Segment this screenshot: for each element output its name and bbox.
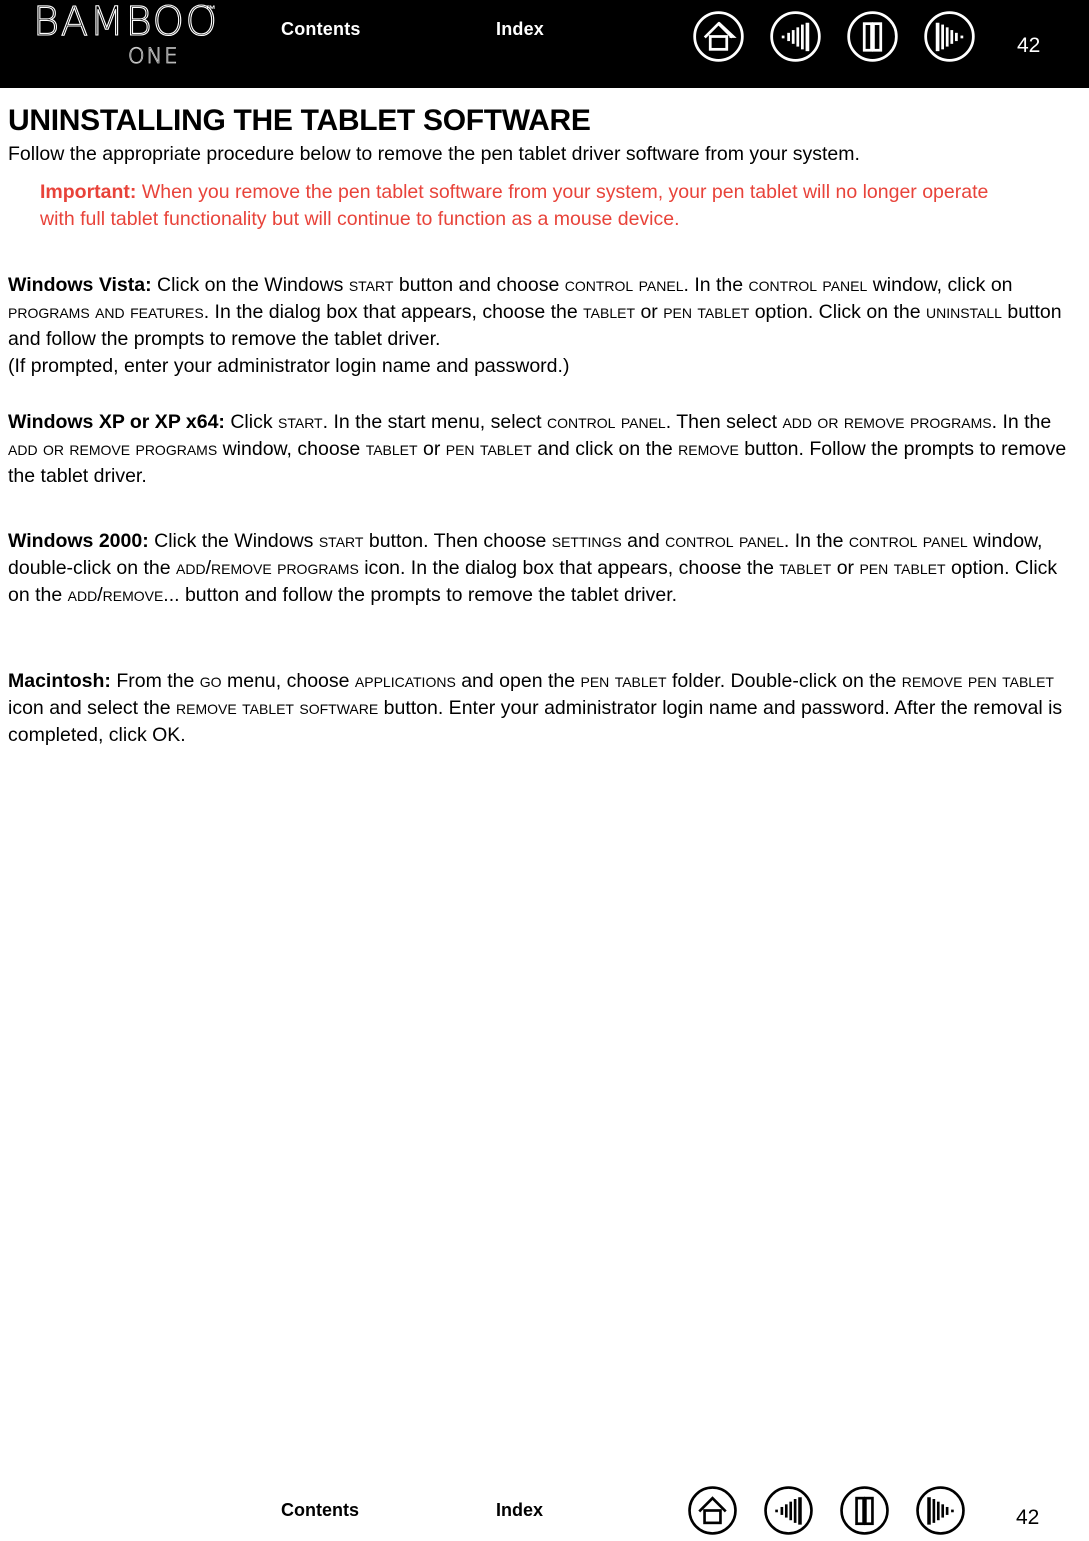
go-back-icon[interactable] xyxy=(762,1484,815,1537)
trademark-icon: ™ xyxy=(205,4,216,16)
go-forward-icon[interactable] xyxy=(914,1484,967,1537)
procedure-windows-xp: Windows XP or XP x64: Click START. In th… xyxy=(8,409,1080,490)
home-icon[interactable] xyxy=(691,9,746,64)
important-label: Important: xyxy=(40,181,137,203)
procedure-heading: Macintosh: xyxy=(8,670,111,692)
procedure-macintosh: Macintosh: From the GO menu, choose APPL… xyxy=(8,668,1080,749)
procedure-body: From the GO menu, choose APPLICATIONS an… xyxy=(8,670,1063,746)
footer-nav-icons xyxy=(686,1484,967,1537)
two-page-view-icon[interactable] xyxy=(838,1484,891,1537)
header-page-number: 42 xyxy=(1017,34,1041,57)
procedure-windows-2000: Windows 2000: Click the Windows START bu… xyxy=(8,528,1080,609)
home-icon[interactable] xyxy=(686,1484,739,1537)
intro-paragraph: Follow the appropriate procedure below t… xyxy=(8,143,860,165)
header-nav-icons xyxy=(691,9,977,64)
logo-wordmark: BAMBOO xyxy=(32,0,219,45)
page-title: UNINSTALLING THE TABLET SOFTWARE xyxy=(8,104,591,137)
logo-subtitle: ONE xyxy=(128,44,180,69)
go-forward-icon[interactable] xyxy=(922,9,977,64)
two-page-view-icon[interactable] xyxy=(845,9,900,64)
important-text: When you remove the pen tablet software … xyxy=(40,181,989,230)
header-contents-link[interactable]: Contents xyxy=(281,19,361,40)
footer-page-number: 42 xyxy=(1016,1506,1040,1529)
procedure-heading: Windows 2000: xyxy=(8,530,149,552)
header-bar: BAMBOO ™ ONE Contents Index 42 xyxy=(0,0,1089,88)
procedure-heading: Windows XP or XP x64: xyxy=(8,411,225,433)
procedure-body: Click the Windows START button. Then cho… xyxy=(8,530,1058,606)
important-note: Important: When you remove the pen table… xyxy=(40,179,1025,233)
footer-index-link[interactable]: Index xyxy=(496,1500,543,1521)
header-index-link[interactable]: Index xyxy=(496,19,544,40)
procedure-windows-vista: Windows Vista: Click on the Windows STAR… xyxy=(8,272,1080,380)
go-back-icon[interactable] xyxy=(768,9,823,64)
footer-contents-link[interactable]: Contents xyxy=(281,1500,359,1521)
bamboo-one-logo: BAMBOO ™ ONE xyxy=(32,0,228,74)
procedure-body: Click on the Windows START button and ch… xyxy=(8,274,1062,377)
procedure-heading: Windows Vista: xyxy=(8,274,152,296)
main-content: UNINSTALLING THE TABLET SOFTWARE Follow … xyxy=(8,104,1080,233)
